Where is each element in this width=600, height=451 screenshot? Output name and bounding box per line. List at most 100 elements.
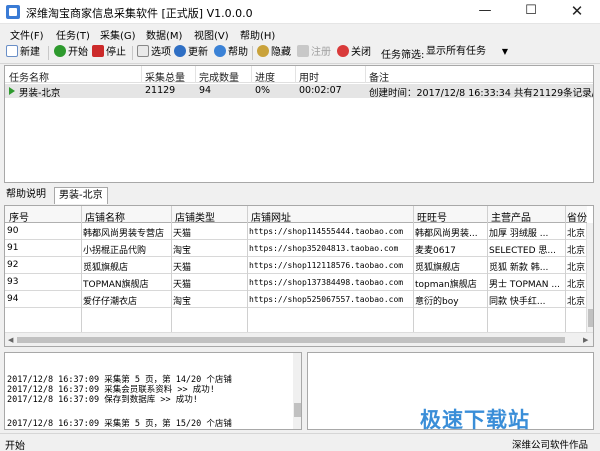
cell-wangwang: 意衍的boy — [415, 297, 459, 307]
cell-province: 北京 — [567, 297, 586, 307]
menu-task[interactable]: 任务(T) — [56, 27, 90, 42]
col-province[interactable]: 省份 — [567, 209, 587, 224]
register-button[interactable]: 注册 — [297, 45, 331, 61]
cell-main-products: SELECTED 思... — [489, 246, 556, 256]
hide-icon — [257, 45, 269, 57]
minimize-button[interactable]: — — [462, 0, 508, 24]
column-divider — [247, 206, 248, 332]
col-total[interactable]: 采集总量 — [145, 69, 185, 84]
cell-index: 92 — [7, 260, 19, 270]
cell-shop-url: https://shop525067557.taobao.com — [249, 295, 404, 304]
cell-index: 90 — [7, 226, 19, 236]
scroll-thumb[interactable] — [17, 337, 565, 343]
cell-main-products: 加厚 羽绒服 ... — [489, 229, 549, 239]
cell-index: 91 — [7, 243, 19, 253]
cell-shop-url: https://shop35204813.taobao.com — [249, 244, 399, 253]
col-main-products[interactable]: 主营产品 — [491, 209, 531, 224]
task-filter-value: 显示所有任务 — [426, 46, 486, 57]
column-divider — [251, 66, 252, 83]
menu-data[interactable]: 数据(M) — [146, 27, 182, 42]
cell-shop-name: 爱仔仔潮衣店 — [83, 297, 138, 307]
grid-row[interactable]: 94 爱仔仔潮衣店 淘宝 https://shop525067557.taoba… — [5, 291, 587, 308]
col-wangwang[interactable]: 旺旺号 — [417, 209, 447, 224]
options-button-label: 选项 — [151, 47, 171, 58]
cell-wangwang: 麦麦0617 — [415, 246, 456, 256]
col-shop-url[interactable]: 店铺网址 — [251, 209, 291, 224]
cell-shop-type: 天猫 — [173, 263, 192, 273]
play-icon — [9, 87, 15, 95]
hide-button[interactable]: 隐藏 — [257, 45, 291, 61]
grid-row[interactable]: 93 TOPMAN旗舰店 天猫 https://shop137384498.ta… — [5, 274, 587, 291]
cell-shop-name: TOPMAN旗舰店 — [83, 280, 149, 290]
options-button[interactable]: 选项 — [137, 45, 171, 61]
col-shop-type[interactable]: 店铺类型 — [175, 209, 215, 224]
col-progress[interactable]: 进度 — [255, 69, 275, 84]
scroll-left-icon[interactable]: ◀ — [8, 336, 13, 344]
stop-button[interactable]: 停止 — [92, 45, 126, 61]
task-filter-dropdown[interactable]: 显示所有任务 ▼ — [424, 44, 510, 60]
col-task-name[interactable]: 任务名称 — [9, 69, 49, 84]
cell-index: 93 — [7, 277, 19, 287]
cell-province: 北京 — [567, 263, 586, 273]
close-button[interactable]: 关闭 — [337, 45, 371, 61]
grid-row[interactable]: 92 觅狐旗舰店 天猫 https://shop112118576.taobao… — [5, 257, 587, 274]
col-done[interactable]: 完成数量 — [199, 69, 239, 84]
menu-file[interactable]: 文件(F) — [10, 27, 44, 42]
log-line: 2017/12/8 16:37:09 采集第 5 页，第 15/20 个店铺 — [7, 419, 232, 429]
close-button-label: 关闭 — [351, 47, 371, 58]
column-divider — [295, 66, 296, 83]
cell-wangwang: 韩都风尚男装... — [415, 229, 478, 239]
cell-wangwang: 觅狐旗舰店 — [415, 263, 461, 273]
cell-shop-url: https://shop137384498.taobao.com — [249, 278, 404, 287]
col-notes[interactable]: 备注 — [369, 69, 389, 84]
cell-shop-type: 天猫 — [173, 280, 192, 290]
new-button-label: 新建 — [20, 47, 40, 58]
grid-horizontal-scrollbar[interactable]: ◀ ▶ — [5, 332, 593, 346]
menu-collect[interactable]: 采集(G) — [100, 27, 136, 42]
log-scrollbar[interactable] — [293, 353, 301, 429]
grid-row[interactable]: 90 韩都风尚男装专营店 天猫 https://shop114555444.ta… — [5, 223, 587, 240]
cell-main-products: 男士 TOPMAN ... — [489, 280, 560, 290]
column-divider — [487, 206, 488, 332]
col-index[interactable]: 序号 — [9, 209, 29, 224]
cell-shop-url: https://shop112118576.taobao.com — [249, 261, 404, 270]
results-grid: 序号 店铺名称 店铺类型 店铺网址 旺旺号 主营产品 省份 90 韩都风尚男装专… — [4, 205, 594, 347]
maximize-button[interactable]: ☐ — [508, 0, 554, 24]
status-bar: 开始 深维公司软件作品 — [0, 433, 600, 451]
update-button-label: 更新 — [188, 47, 208, 58]
grid-row[interactable]: 91 小拐棍正品代购 淘宝 https://shop35204813.taoba… — [5, 240, 587, 257]
toolbar-separator — [48, 46, 49, 60]
chevron-down-icon: ▼ — [501, 47, 508, 56]
scroll-right-icon[interactable]: ▶ — [583, 336, 588, 344]
tab-help[interactable]: 帮助说明 — [2, 187, 50, 204]
cell-main-products: 同款 快手红... — [489, 297, 546, 307]
start-button[interactable]: 开始 — [54, 45, 88, 61]
menu-bar: 文件(F) 任务(T) 采集(G) 数据(M) 视图(V) 帮助(H) — [0, 24, 600, 42]
toolbar: 新建 开始 停止 选项 更新 帮助 隐藏 注册 关闭 — [0, 42, 600, 64]
task-row[interactable]: 男装-北京 21129 94 0% 00:02:07 创建时间：2017/12/… — [5, 84, 593, 99]
column-divider — [365, 66, 366, 83]
menu-help[interactable]: 帮助(H) — [240, 27, 275, 42]
grid-vertical-scrollbar[interactable] — [586, 223, 593, 332]
title-bar: 深维淘宝商家信息采集软件 [正式版] V1.0.0.0 — ☐ ✕ — [0, 0, 600, 24]
help-icon — [214, 45, 226, 57]
scroll-thumb[interactable] — [588, 309, 593, 327]
task-done: 94 — [199, 85, 212, 96]
col-shop-name[interactable]: 店铺名称 — [85, 209, 125, 224]
new-button[interactable]: 新建 — [6, 45, 40, 61]
menu-view[interactable]: 视图(V) — [194, 27, 229, 42]
help-button[interactable]: 帮助 — [214, 45, 248, 61]
col-elapsed[interactable]: 用时 — [299, 69, 319, 84]
task-filter-label: 任务筛选: — [381, 50, 425, 61]
close-window-button[interactable]: ✕ — [554, 0, 600, 24]
play-icon — [54, 45, 66, 57]
cell-province: 北京 — [567, 280, 586, 290]
cell-main-products: 觅狐 新款 韩... — [489, 263, 549, 273]
update-button[interactable]: 更新 — [174, 45, 208, 61]
cell-shop-name: 韩都风尚男装专营店 — [83, 229, 165, 239]
tab-task-beijing[interactable]: 男装-北京 — [54, 187, 108, 204]
cell-shop-name: 觅狐旗舰店 — [83, 263, 129, 273]
cell-shop-url: https://shop114555444.taobao.com — [249, 227, 404, 236]
scroll-thumb[interactable] — [294, 403, 301, 417]
stop-icon — [92, 45, 104, 57]
